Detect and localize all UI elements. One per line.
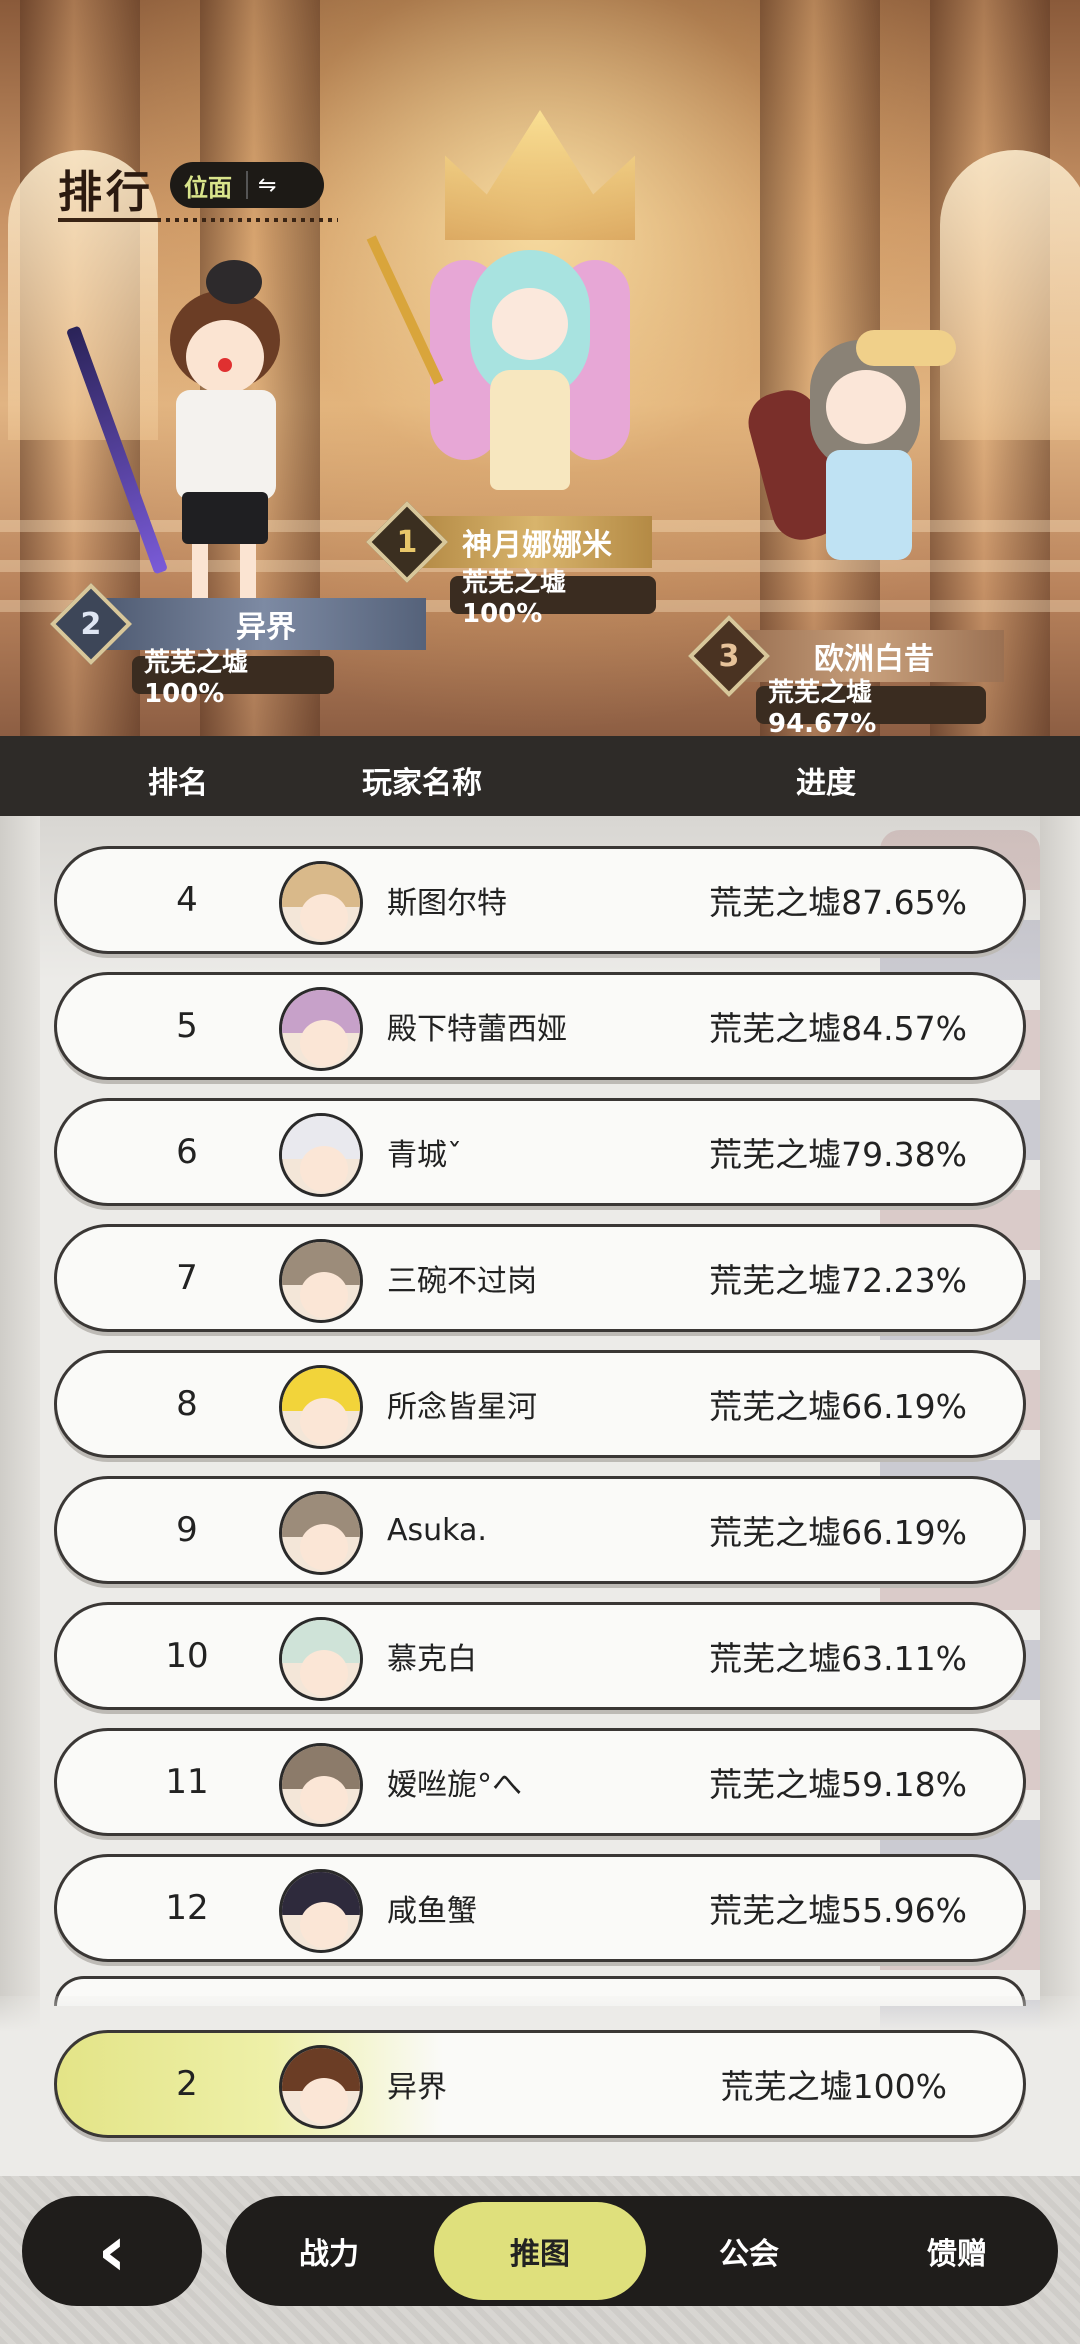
- player-2-character[interactable]: [65, 260, 300, 640]
- player-progress: 荒芜之墟59.18%: [709, 1765, 967, 1804]
- table-row[interactable]: 8 所念皆星河 荒芜之墟66.19%: [54, 1350, 1026, 1458]
- player-name: 慕克白: [387, 1642, 477, 1677]
- cat-icon: [206, 260, 262, 304]
- player-progress: 荒芜之墟84.57%: [709, 1009, 967, 1048]
- player-name: 斯图尔特: [387, 886, 507, 921]
- player-progress: 荒芜之墟63.11%: [709, 1639, 967, 1678]
- category-tabbar: 战力 推图 公会 馈赠: [226, 2196, 1058, 2306]
- avatar[interactable]: [279, 1869, 363, 1953]
- tab-gifts[interactable]: 馈赠: [882, 2196, 1032, 2306]
- player-progress: 荒芜之墟87.65%: [709, 883, 967, 922]
- row-rank: 4: [176, 880, 198, 920]
- player-3-character[interactable]: [741, 330, 960, 630]
- player-progress: 荒芜之墟72.23%: [709, 1261, 967, 1300]
- podium-progress-3: 荒芜之墟94.67%: [756, 678, 986, 736]
- background-window: [940, 150, 1080, 440]
- col-rank-header: 排名: [148, 766, 208, 801]
- podium-progress-2: 荒芜之墟100%: [132, 648, 334, 709]
- row-rank: 7: [176, 1258, 198, 1298]
- player-name: 所念皆星河: [387, 1390, 537, 1425]
- player-name: 异界: [387, 2070, 447, 2105]
- podium-banner: 排行 位面 ⇋ 1 神月娜娜米 荒芜之墟100% 2 异界 荒芜之墟100% 3…: [0, 0, 1080, 736]
- hat-icon: [856, 330, 956, 366]
- table-row[interactable]: 12 咸鱼蟹 荒芜之墟55.96%: [54, 1854, 1026, 1962]
- player-name: 三碗不过岗: [387, 1264, 537, 1299]
- avatar[interactable]: [279, 1491, 363, 1575]
- table-row[interactable]: 7 三碗不过岗 荒芜之墟72.23%: [54, 1224, 1026, 1332]
- table-header: 排名 玩家名称 进度: [0, 736, 1080, 816]
- scope-toggle-button[interactable]: 位面 ⇋: [170, 162, 324, 208]
- row-rank: 12: [165, 1888, 209, 1928]
- tab-combat-power[interactable]: 战力: [254, 2196, 404, 2306]
- avatar[interactable]: [279, 1239, 363, 1323]
- scope-label: 位面: [184, 173, 232, 202]
- avatar[interactable]: [279, 1743, 363, 1827]
- avatar[interactable]: [279, 1113, 363, 1197]
- avatar[interactable]: [279, 1365, 363, 1449]
- rank-badge-3: 3: [687, 614, 771, 698]
- table-row[interactable]: 4 斯图尔特 荒芜之墟87.65%: [54, 846, 1026, 954]
- avatar[interactable]: [279, 2045, 363, 2129]
- table-row[interactable]: 6 青城ˇ 荒芜之墟79.38%: [54, 1098, 1026, 1206]
- row-rank: 9: [176, 1510, 198, 1550]
- throne-crown: [445, 110, 635, 240]
- col-progress-header: 进度: [796, 766, 856, 801]
- player-progress: 荒芜之墟79.38%: [709, 1135, 967, 1174]
- page-title: 排行: [58, 167, 154, 218]
- player-1-character[interactable]: [366, 230, 660, 520]
- player-progress: 荒芜之墟66.19%: [709, 1513, 967, 1552]
- row-rank: 11: [165, 1762, 209, 1802]
- row-rank: 2: [176, 2064, 198, 2104]
- player-progress: 荒芜之墟66.19%: [709, 1387, 967, 1426]
- tab-guild[interactable]: 公会: [674, 2196, 824, 2306]
- player-progress: 荒芜之墟55.96%: [709, 1891, 967, 1930]
- podium-progress-1: 荒芜之墟100%: [450, 568, 656, 629]
- player-name: 殿下特蕾西娅: [387, 1012, 567, 1047]
- player-progress: 荒芜之墟100%: [720, 2067, 947, 2106]
- podium-name-1: 神月娜娜米: [418, 516, 652, 568]
- col-name-header: 玩家名称: [362, 766, 482, 801]
- swap-icon: ⇋: [258, 172, 277, 198]
- row-rank: 8: [176, 1384, 198, 1424]
- avatar[interactable]: [279, 987, 363, 1071]
- back-button[interactable]: ‹: [22, 2196, 202, 2306]
- table-row[interactable]: 11 嫒咝旎°へ 荒芜之墟59.18%: [54, 1728, 1026, 1836]
- row-rank: 10: [165, 1636, 209, 1676]
- player-name: 青城ˇ: [387, 1138, 462, 1173]
- player-name: Asuka.: [387, 1512, 487, 1548]
- chevron-left-icon: ‹: [97, 2210, 127, 2292]
- table-row[interactable]: 10 慕克白 荒芜之墟63.11%: [54, 1602, 1026, 1710]
- avatar[interactable]: [279, 861, 363, 945]
- title-underline: [58, 218, 338, 222]
- row-rank: 6: [176, 1132, 198, 1172]
- self-rank-row[interactable]: 2 异界 荒芜之墟100%: [54, 2030, 1026, 2138]
- table-row[interactable]: 9 Asuka. 荒芜之墟66.19%: [54, 1476, 1026, 1584]
- row-rank: 5: [176, 1006, 198, 1046]
- tab-stage-progress[interactable]: 推图: [434, 2202, 646, 2300]
- player-name: 嫒咝旎°へ: [387, 1768, 522, 1803]
- table-row[interactable]: 5 殿下特蕾西娅 荒芜之墟84.57%: [54, 972, 1026, 1080]
- avatar[interactable]: [279, 1617, 363, 1701]
- player-name: 咸鱼蟹: [387, 1894, 477, 1929]
